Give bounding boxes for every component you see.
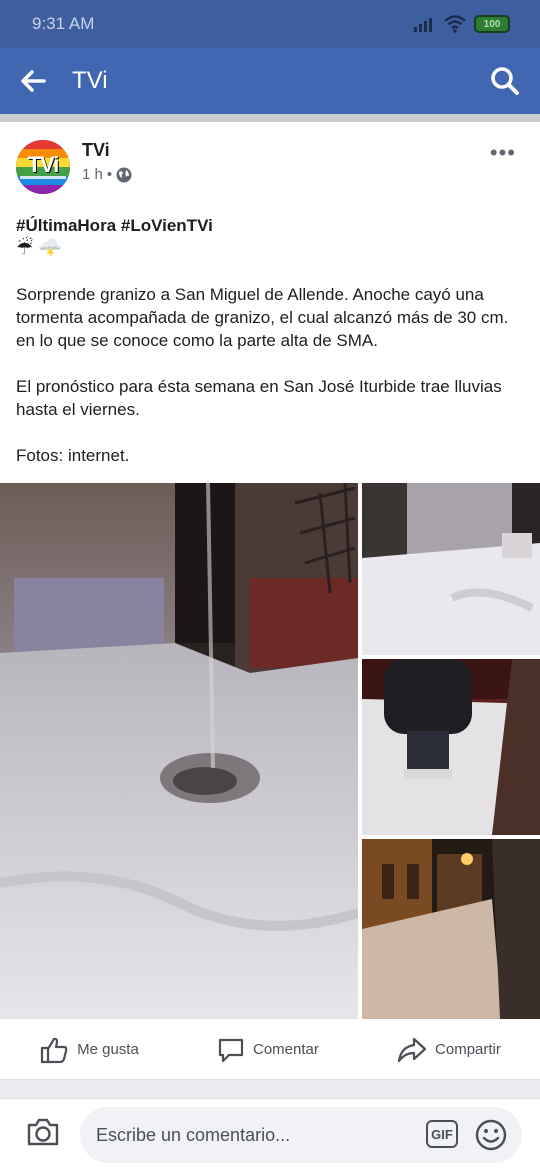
post-paragraph-1: Sorprende granizo a San Miguel de Allend… bbox=[16, 285, 509, 350]
page-avatar[interactable]: TVi bbox=[16, 140, 70, 194]
post-actions: Me gusta Comentar Compartir bbox=[0, 1020, 540, 1080]
gif-label: GIF bbox=[431, 1126, 453, 1142]
wifi-icon bbox=[444, 15, 466, 33]
app-bar: TVi bbox=[0, 48, 540, 114]
feed-divider bbox=[0, 114, 540, 122]
status-bar: 9:31 AM 100 bbox=[0, 0, 540, 48]
share-button[interactable]: Compartir bbox=[397, 1036, 501, 1064]
more-options-icon[interactable]: ••• bbox=[490, 140, 516, 166]
app-bar-title: TVi bbox=[72, 67, 108, 94]
photo-top-right[interactable] bbox=[362, 483, 540, 655]
back-arrow-icon[interactable] bbox=[20, 70, 46, 92]
comment-bar: Escribe un comentario... GIF bbox=[0, 1098, 540, 1171]
status-time: 9:31 AM bbox=[32, 14, 95, 33]
camera-icon[interactable] bbox=[26, 1117, 60, 1147]
comment-placeholder: Escribe un comentario... bbox=[96, 1124, 291, 1145]
comment-button[interactable]: Comentar bbox=[217, 1036, 319, 1064]
battery-level: 100 bbox=[483, 18, 501, 30]
meta-separator: • bbox=[106, 166, 113, 183]
like-label: Me gusta bbox=[77, 1041, 139, 1058]
photo-middle-right[interactable] bbox=[362, 659, 540, 835]
battery-icon: 100 bbox=[474, 15, 510, 33]
share-label: Compartir bbox=[435, 1041, 501, 1058]
photo-grid bbox=[0, 483, 540, 1019]
post-hashtags[interactable]: #ÚltimaHora #LoVienTVi bbox=[16, 214, 524, 237]
signal-icon bbox=[414, 18, 432, 32]
post-time[interactable]: 1 h bbox=[82, 166, 103, 183]
emoji-icon[interactable] bbox=[474, 1118, 508, 1152]
section-separator bbox=[0, 1080, 540, 1098]
like-button[interactable]: Me gusta bbox=[39, 1036, 139, 1064]
comment-input[interactable]: Escribe un comentario... GIF bbox=[80, 1107, 522, 1163]
photo-main[interactable] bbox=[0, 483, 358, 1019]
comment-label: Comentar bbox=[252, 1041, 319, 1058]
post-paragraph-3: Fotos: internet. bbox=[16, 446, 130, 465]
status-icons: 100 bbox=[414, 15, 510, 33]
post-meta: 1 h • bbox=[82, 166, 132, 183]
thumbs-up-icon bbox=[40, 1037, 68, 1063]
post-body: #ÚltimaHora #LoVienTVi ☔ 🌩️ Sorprende gr… bbox=[0, 202, 540, 467]
globe-icon bbox=[116, 167, 132, 182]
gif-icon[interactable]: GIF bbox=[426, 1120, 458, 1148]
post-card: TVi TVi 1 h • ••• #ÚltimaHora #LoVienTVi… bbox=[0, 122, 540, 467]
search-icon[interactable] bbox=[490, 66, 520, 96]
post-header: TVi TVi 1 h • ••• bbox=[0, 122, 540, 202]
post-paragraph-2: El pronóstico para ésta semana en San Jo… bbox=[16, 377, 502, 419]
page-name[interactable]: TVi bbox=[82, 140, 110, 161]
post-emojis: ☔ 🌩️ bbox=[16, 238, 62, 259]
avatar-logo-text: TVi bbox=[27, 152, 60, 177]
share-icon bbox=[397, 1037, 427, 1062]
photo-bottom-right[interactable] bbox=[362, 839, 540, 1019]
comment-icon bbox=[218, 1038, 244, 1062]
